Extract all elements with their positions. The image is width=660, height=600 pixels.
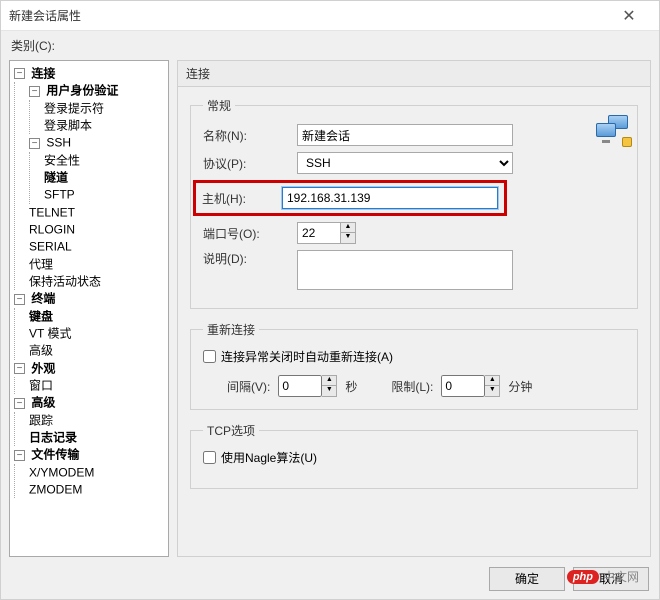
name-input[interactable] (297, 124, 513, 146)
tree-item-xymodem[interactable]: X/YMODEM (29, 465, 94, 479)
panel-body: 常规 名称(N): 协议(P): SSH (177, 86, 651, 557)
port-label: 端口号(O): (203, 225, 289, 242)
port-input[interactable] (297, 222, 341, 244)
host-highlight: 主机(H): (193, 180, 507, 216)
tree-item-zmodem[interactable]: ZMODEM (29, 482, 82, 496)
nagle-checkbox[interactable] (203, 451, 216, 464)
port-spinner[interactable]: ▲ ▼ (297, 222, 356, 244)
tree-item-telnet[interactable]: TELNET (29, 205, 75, 219)
tree-toggle-icon[interactable]: − (14, 398, 25, 409)
spinner-up-icon[interactable]: ▲ (322, 376, 336, 386)
tree-item-ssh[interactable]: SSH (46, 136, 71, 150)
interval-spinner[interactable]: ▲ ▼ (278, 375, 337, 397)
tree-item-keepalive[interactable]: 保持活动状态 (29, 274, 101, 288)
minutes-label: 分钟 (508, 378, 532, 395)
group-reconnect: 重新连接 连接异常关闭时自动重新连接(A) 间隔(V): ▲ ▼ (190, 321, 638, 410)
tree-item-filetransfer[interactable]: 文件传输 (31, 448, 79, 462)
tree-item-connection[interactable]: 连接 (31, 66, 55, 80)
host-label: 主机(H): (202, 190, 274, 207)
tree-item-window[interactable]: 窗口 (29, 378, 53, 392)
settings-panel: 连接 常规 名称(N): 协议(P): (177, 60, 651, 557)
group-general: 常规 名称(N): 协议(P): SSH (190, 97, 638, 309)
tree-item-terminal[interactable]: 终端 (31, 292, 55, 306)
tree-toggle-icon[interactable]: − (14, 68, 25, 79)
group-general-legend: 常规 (203, 97, 235, 114)
panel-title: 连接 (177, 60, 651, 86)
spinner-down-icon[interactable]: ▼ (341, 233, 355, 243)
auto-reconnect-label: 连接异常关闭时自动重新连接(A) (221, 348, 393, 365)
spinner-down-icon[interactable]: ▼ (485, 386, 499, 396)
seconds-label: 秒 (345, 378, 357, 395)
tree-item-security[interactable]: 安全性 (44, 153, 80, 167)
limit-input[interactable] (441, 375, 485, 397)
tree-toggle-icon[interactable]: − (14, 294, 25, 305)
tree-item-rlogin[interactable]: RLOGIN (29, 222, 75, 236)
tree-item-trace[interactable]: 跟踪 (29, 413, 53, 427)
group-tcp-legend: TCP选项 (203, 422, 259, 439)
window-title: 新建会话属性 (9, 7, 607, 24)
tree-item-proxy[interactable]: 代理 (29, 257, 53, 271)
body-row: − 连接 − 用户身份验证 登录提示符 登录脚本 (9, 60, 651, 557)
interval-input[interactable] (278, 375, 322, 397)
nagle-label: 使用Nagle算法(U) (221, 449, 317, 466)
tree-item-log[interactable]: 日志记录 (29, 430, 77, 444)
category-label: 类别(C): (11, 37, 651, 54)
spinner-up-icon[interactable]: ▲ (485, 376, 499, 386)
tree-toggle-icon[interactable]: − (14, 363, 25, 374)
auto-reconnect-checkbox[interactable] (203, 350, 216, 363)
dialog-content: 类别(C): − 连接 − 用户身份验证 登录提示符 登录 (1, 31, 659, 599)
tree-item-vtmode[interactable]: VT 模式 (29, 326, 71, 340)
group-reconnect-legend: 重新连接 (203, 321, 259, 338)
tree-item-sftp[interactable]: SFTP (44, 188, 75, 202)
spinner-up-icon[interactable]: ▲ (341, 223, 355, 233)
protocol-select[interactable]: SSH (297, 152, 513, 174)
tree-item-login-prompt[interactable]: 登录提示符 (44, 101, 104, 115)
cancel-button[interactable]: 取消 (573, 567, 649, 591)
interval-label: 间隔(V): (227, 378, 270, 395)
limit-label: 限制(L): (391, 378, 433, 395)
spinner-down-icon[interactable]: ▼ (322, 386, 336, 396)
close-icon[interactable]: ✕ (607, 1, 651, 30)
protocol-label: 协议(P): (203, 155, 289, 172)
tree-item-appearance[interactable]: 外观 (31, 361, 55, 375)
tree-item-keyboard[interactable]: 键盘 (29, 309, 53, 323)
tree-item-advanced-term[interactable]: 高级 (29, 344, 53, 358)
ok-button[interactable]: 确定 (489, 567, 565, 591)
group-tcp: TCP选项 使用Nagle算法(U) (190, 422, 638, 489)
limit-spinner[interactable]: ▲ ▼ (441, 375, 500, 397)
tree-toggle-icon[interactable]: − (14, 450, 25, 461)
tree-toggle-icon[interactable]: − (29, 138, 40, 149)
tree-toggle-icon[interactable]: − (29, 86, 40, 97)
tree-item-tunnel[interactable]: 隧道 (44, 170, 68, 184)
description-input[interactable] (297, 250, 513, 290)
host-input[interactable] (282, 187, 498, 209)
tree-item-advanced[interactable]: 高级 (31, 396, 55, 410)
computers-icon (596, 115, 630, 145)
tree-item-auth[interactable]: 用户身份验证 (46, 84, 118, 98)
tree-item-serial[interactable]: SERIAL (29, 240, 72, 254)
titlebar: 新建会话属性 ✕ (1, 1, 659, 31)
category-tree[interactable]: − 连接 − 用户身份验证 登录提示符 登录脚本 (9, 60, 169, 557)
dialog-buttons: 确定 取消 php 中文网 (9, 563, 651, 591)
tree-item-login-script[interactable]: 登录脚本 (44, 118, 92, 132)
dialog-window: 新建会话属性 ✕ 类别(C): − 连接 − 用户身份验证 登录 (0, 0, 660, 600)
name-label: 名称(N): (203, 127, 289, 144)
description-label: 说明(D): (203, 250, 289, 267)
